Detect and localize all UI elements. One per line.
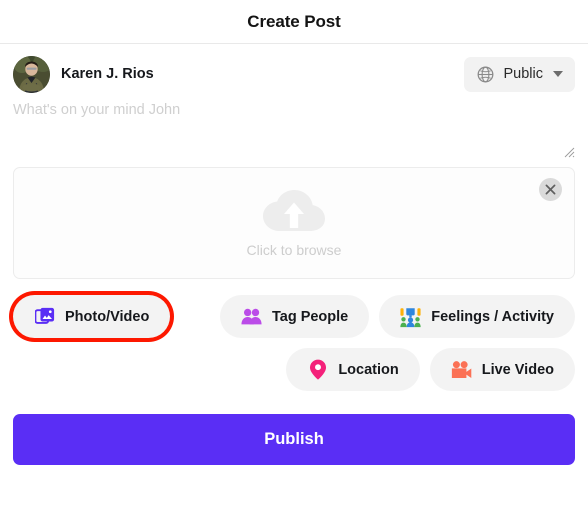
post-text-input[interactable] [13,100,575,158]
post-action-list: Photo/Video Tag People Feelings / Activi… [13,295,575,391]
feelings-activity-icon [400,306,421,327]
live-video-button[interactable]: Live Video [429,348,575,391]
location-button[interactable]: Location [286,348,420,391]
live-video-icon [451,359,472,380]
globe-icon [475,64,496,85]
author-identity: Karen J. Rios [13,55,154,93]
chip-label: Location [338,361,399,378]
close-icon[interactable] [539,178,562,201]
chip-label: Tag People [271,308,349,325]
chip-label: Feelings / Activity [431,308,554,325]
avatar[interactable] [13,55,50,93]
author-row: Karen J. Rios Public [13,44,575,93]
tag-people-button[interactable]: Tag People [219,295,370,338]
privacy-selector[interactable]: Public [463,56,575,92]
feelings-activity-button[interactable]: Feelings / Activity [379,295,575,338]
chip-label: Live Video [481,361,554,378]
dropzone-label: Click to browse [246,242,342,258]
location-pin-icon [307,359,328,380]
composer-wrap [13,100,575,158]
cloud-upload-icon [263,190,325,240]
user-photo-avatar [13,55,50,93]
modal-body: Karen J. Rios Public What's on your mind… [0,44,588,465]
photo-video-icon [34,306,55,327]
privacy-label: Public [503,66,544,82]
publish-button[interactable]: Publish [13,414,575,465]
modal-header: Create Post [0,0,588,44]
chip-label: Photo/Video [65,308,150,325]
chevron-down-icon [553,71,563,77]
media-dropzone[interactable]: Click to browse [13,167,575,279]
photo-video-button[interactable]: Photo/Video [13,295,171,338]
author-name: Karen J. Rios [61,66,154,82]
tag-people-icon [241,306,262,327]
page-title: Create Post [247,11,341,31]
